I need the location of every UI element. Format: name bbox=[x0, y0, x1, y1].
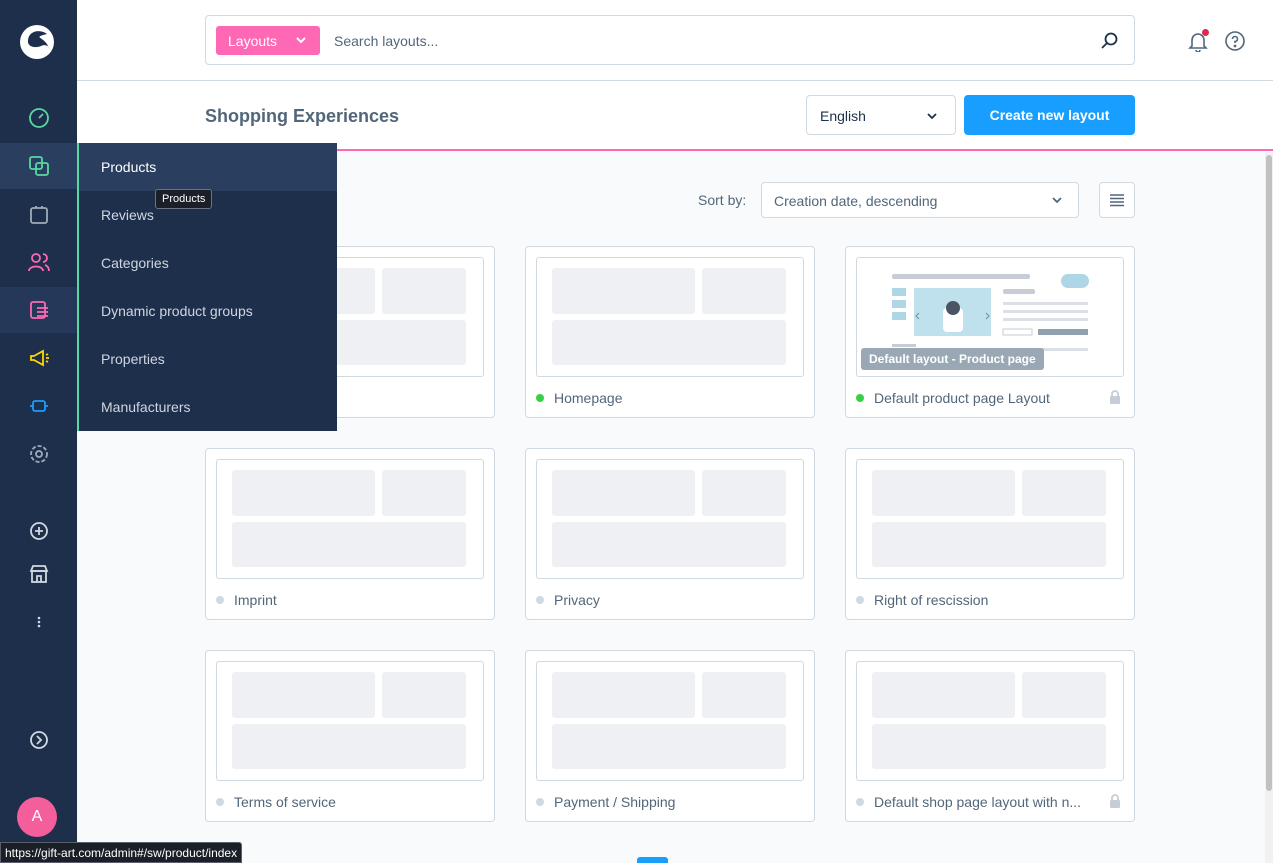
shopware-logo-icon[interactable] bbox=[19, 24, 55, 60]
nav-customers[interactable] bbox=[0, 239, 77, 285]
status-dot bbox=[536, 596, 544, 604]
add-sales-channel-icon bbox=[29, 522, 48, 540]
extensions-icon bbox=[29, 400, 48, 412]
flyout-item-properties[interactable]: Properties bbox=[79, 335, 337, 383]
layout-preview-product-page: Default layout - Product page bbox=[856, 257, 1124, 377]
lock-icon bbox=[1110, 390, 1120, 404]
layout-preview bbox=[216, 459, 484, 579]
top-bar: Layouts bbox=[77, 0, 1273, 81]
layout-preview bbox=[536, 257, 804, 377]
catalogue-icon bbox=[28, 156, 49, 176]
expand-icon bbox=[29, 731, 48, 749]
status-dot bbox=[536, 394, 544, 402]
list-icon bbox=[1110, 194, 1124, 207]
nav-dashboard[interactable] bbox=[0, 95, 77, 141]
pagination-active-indicator[interactable] bbox=[637, 857, 668, 863]
layout-name: Right of rescission bbox=[874, 592, 989, 608]
nav-settings[interactable] bbox=[0, 431, 77, 477]
settings-icon bbox=[29, 445, 48, 463]
layout-name: Default shop page layout with n... bbox=[874, 794, 1082, 810]
chevron-down-icon bbox=[927, 113, 937, 120]
sort-label: Sort by: bbox=[698, 192, 747, 208]
global-search: Layouts bbox=[205, 15, 1135, 65]
tooltip: Products bbox=[155, 189, 213, 209]
flyout-item-categories[interactable]: Categories bbox=[79, 239, 337, 287]
page-title: Shopping Experiences bbox=[205, 106, 400, 126]
layout-name: Payment / Shipping bbox=[554, 794, 676, 810]
user-avatar[interactable]: A bbox=[17, 797, 57, 837]
nav-more[interactable] bbox=[0, 599, 77, 645]
layout-name: Default product page Layout bbox=[874, 390, 1050, 406]
status-dot bbox=[856, 394, 864, 402]
sort-select-value: Creation date, descending bbox=[774, 193, 938, 209]
status-dot bbox=[536, 798, 544, 806]
search-icon[interactable] bbox=[1100, 31, 1120, 51]
layout-card[interactable]: Imprint bbox=[205, 448, 495, 620]
layout-card[interactable]: Right of rescission bbox=[845, 448, 1135, 620]
layout-name: Privacy bbox=[554, 592, 600, 608]
content-icon bbox=[29, 301, 48, 319]
marketing-icon bbox=[29, 349, 49, 367]
admin-sidebar: A bbox=[0, 0, 77, 863]
storefront-icon bbox=[29, 565, 48, 583]
layout-preview bbox=[856, 661, 1124, 781]
language-select[interactable]: English bbox=[806, 95, 956, 135]
layout-preview bbox=[216, 661, 484, 781]
nav-extensions[interactable] bbox=[0, 383, 77, 429]
status-dot bbox=[216, 596, 224, 604]
create-new-layout-button[interactable]: Create new layout bbox=[964, 95, 1135, 135]
layout-card[interactable]: Payment / Shipping bbox=[525, 650, 815, 822]
nav-content[interactable] bbox=[0, 287, 77, 333]
layout-name: Imprint bbox=[234, 592, 277, 608]
status-dot bbox=[216, 798, 224, 806]
layout-card[interactable]: Terms of service bbox=[205, 650, 495, 822]
layout-preview bbox=[536, 661, 804, 781]
list-view-toggle[interactable] bbox=[1099, 182, 1135, 218]
dashboard-icon bbox=[28, 108, 49, 128]
nav-catalogues[interactable] bbox=[0, 143, 77, 189]
nav-marketing[interactable] bbox=[0, 335, 77, 381]
language-select-value: English bbox=[820, 108, 866, 124]
status-dot bbox=[856, 798, 864, 806]
nav-expand[interactable] bbox=[0, 717, 77, 763]
layout-preview bbox=[536, 459, 804, 579]
chevron-down-icon bbox=[1052, 197, 1062, 204]
nav-orders[interactable] bbox=[0, 191, 77, 237]
layout-name: Terms of service bbox=[234, 794, 336, 810]
lock-icon bbox=[1110, 794, 1120, 808]
search-input[interactable] bbox=[334, 29, 1074, 53]
scrollbar-thumb[interactable] bbox=[1266, 155, 1272, 791]
notification-dot bbox=[1202, 29, 1209, 36]
catalogue-flyout-menu: Products Reviews Categories Dynamic prod… bbox=[77, 143, 337, 431]
layout-card[interactable]: Homepage bbox=[525, 246, 815, 418]
layout-name: Homepage bbox=[554, 390, 623, 406]
default-layout-badge: Default layout - Product page bbox=[861, 348, 1044, 370]
orders-icon bbox=[29, 206, 48, 224]
search-type-dropdown[interactable]: Layouts bbox=[216, 26, 320, 55]
help-icon[interactable] bbox=[1224, 30, 1246, 52]
search-type-label: Layouts bbox=[228, 32, 278, 49]
sort-select[interactable]: Creation date, descending bbox=[761, 182, 1079, 218]
flyout-item-products[interactable]: Products bbox=[79, 143, 337, 191]
customers-icon bbox=[27, 253, 50, 272]
flyout-item-manufacturers[interactable]: Manufacturers bbox=[79, 383, 337, 431]
chevron-down-icon bbox=[296, 37, 306, 44]
layout-preview bbox=[856, 459, 1124, 579]
more-icon bbox=[37, 616, 40, 628]
flyout-item-dynamic-product-groups[interactable]: Dynamic product groups bbox=[79, 287, 337, 335]
status-bar-url: https://gift-art.com/admin#/sw/product/i… bbox=[0, 842, 243, 863]
nav-storefront[interactable] bbox=[0, 551, 77, 597]
status-dot bbox=[856, 596, 864, 604]
layout-card[interactable]: Privacy bbox=[525, 448, 815, 620]
nav-add-sales-channel[interactable] bbox=[0, 508, 77, 554]
layout-card[interactable]: Default shop page layout with n... bbox=[845, 650, 1135, 822]
page-header: Shopping Experiences English Create new … bbox=[77, 81, 1273, 151]
layout-card[interactable]: Default layout - Product page Default pr… bbox=[845, 246, 1135, 418]
